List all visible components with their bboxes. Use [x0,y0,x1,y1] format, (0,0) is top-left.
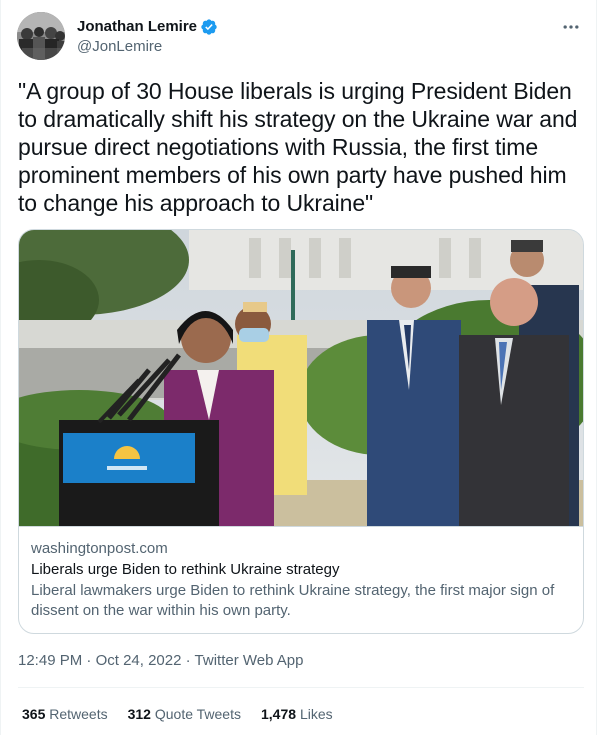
likes-stat[interactable]: 1,478 Likes [261,704,333,724]
press-conference-photo [19,230,583,526]
author-handle[interactable]: @JonLemire [77,37,162,57]
card-meta[interactable]: washingtonpost.com Liberals urge Biden t… [19,526,583,633]
tweet-time[interactable]: 12:49 PM [18,652,82,669]
separator-dot: · [185,652,191,669]
tweet-date[interactable]: Oct 24, 2022 [96,652,182,669]
card-image[interactable] [19,230,583,526]
retweets-count: 365 [22,706,46,722]
more-options-button[interactable] [556,12,586,42]
separator-dot: · [86,652,92,669]
divider [18,687,584,688]
card-domain: washingtonpost.com [31,540,168,557]
quote-tweets-stat[interactable]: 312 Quote Tweets [128,704,241,724]
avatar-image [17,12,65,60]
tweet: Jonathan Lemire @JonLemire "A group of 3… [0,0,597,735]
tweet-text: "A group of 30 House liberals is urging … [18,78,578,216]
author-avatar[interactable] [17,12,65,60]
verified-badge-icon [201,19,217,35]
author-name[interactable]: Jonathan Lemire [77,17,197,37]
card-description: Liberal lawmakers urge Biden to rethink … [31,582,555,619]
tweet-source[interactable]: Twitter Web App [195,652,304,669]
card-title: Liberals urge Biden to rethink Ukraine s… [31,561,340,578]
quote-tweets-count: 312 [127,706,151,722]
engagement-stats: 365 Retweets 312 Quote Tweets 1,478 Like… [22,704,353,724]
retweets-stat[interactable]: 365 Retweets [22,704,108,724]
tweet-timestamp-row: 12:49 PM · Oct 24, 2022 · Twitter Web Ap… [18,651,304,671]
more-options-icon [563,25,579,29]
likes-label: Likes [299,706,333,722]
author-name-row[interactable]: Jonathan Lemire [77,17,218,37]
link-card[interactable]: washingtonpost.com Liberals urge Biden t… [18,229,584,634]
quote-tweets-label: Quote Tweets [154,706,241,722]
retweets-label: Retweets [49,706,108,722]
likes-count: 1,478 [261,706,297,722]
